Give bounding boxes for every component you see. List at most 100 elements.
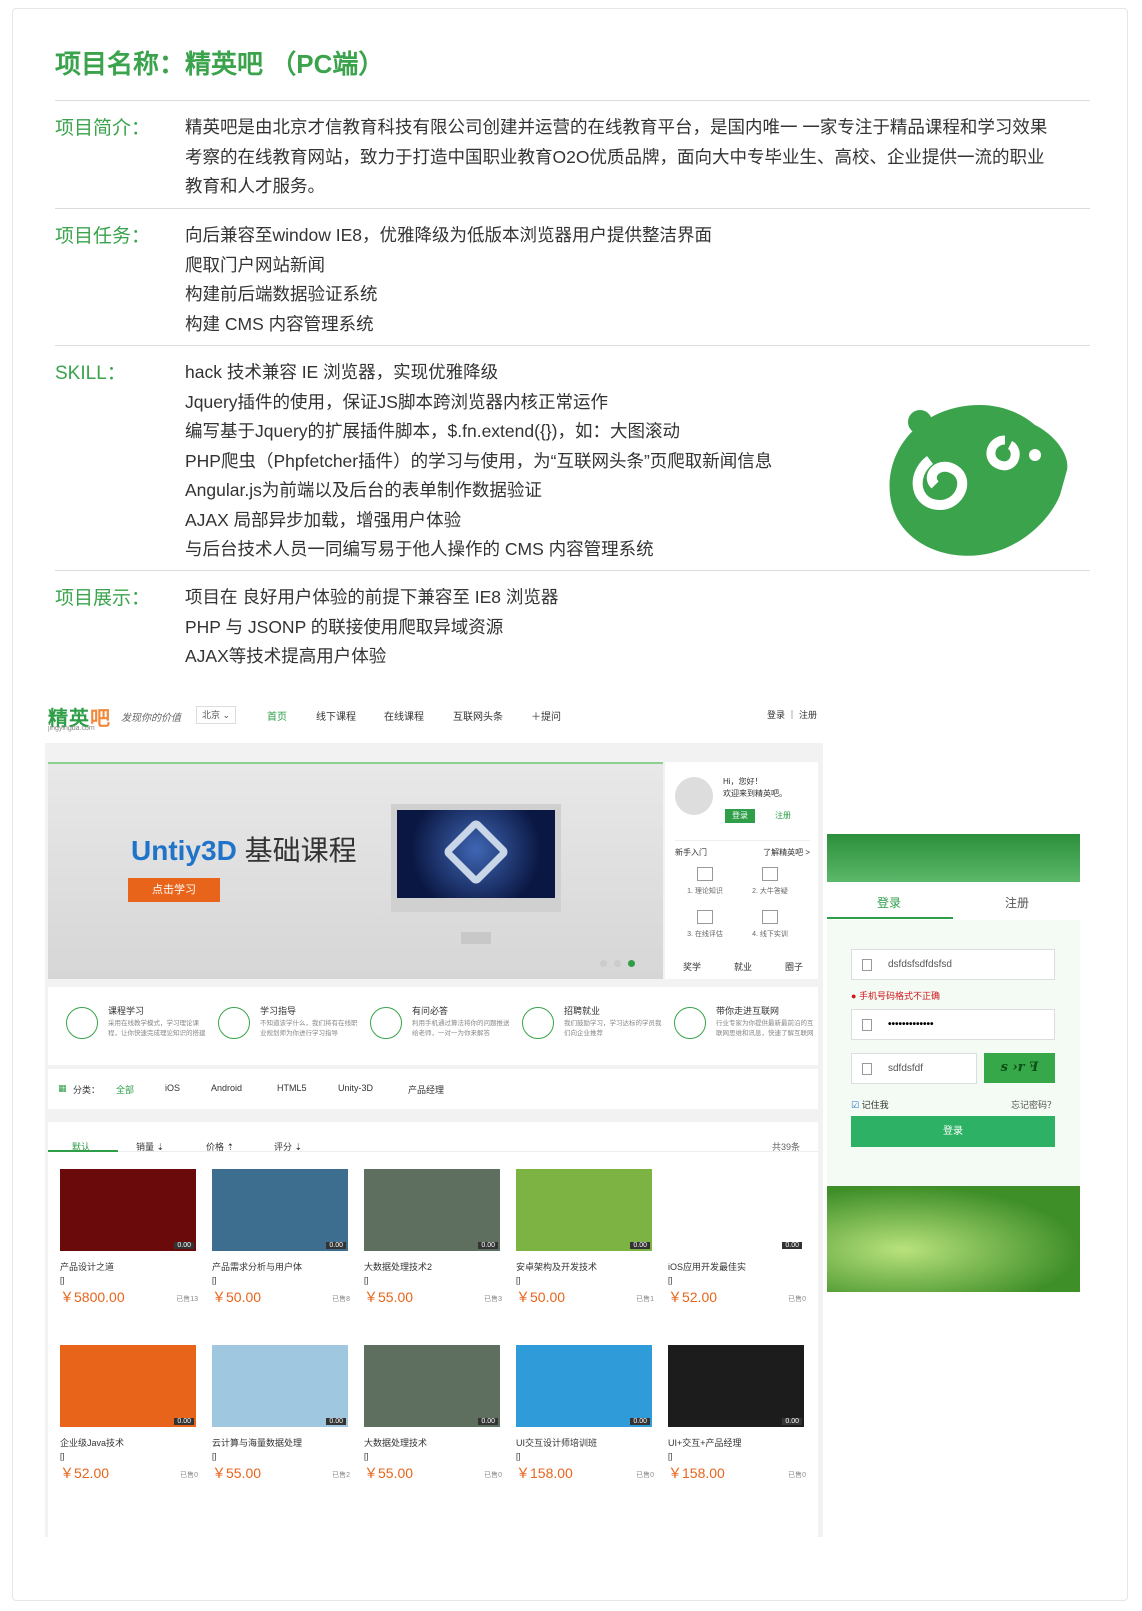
course-thumbnail[interactable]: 0.00: [60, 1345, 196, 1427]
nav-home[interactable]: 首页: [267, 708, 287, 723]
sidebar-login-button[interactable]: 登录: [725, 809, 755, 823]
course-card[interactable]: 0.00 iOS应用开发最佳实 [] ￥52.00 已售0: [668, 1169, 806, 1307]
login-submit-button[interactable]: 登录: [851, 1116, 1055, 1147]
course-card[interactable]: 0.00 云计算与海量数据处理 [] ￥55.00 已售2: [212, 1345, 350, 1483]
course-thumbnail[interactable]: 0.00: [212, 1345, 348, 1427]
sidebar-links: 奖学 就业 圈子: [683, 960, 803, 973]
feature-title: 有问必答: [412, 1006, 449, 1016]
total-count: 共39条: [772, 1142, 801, 1152]
course-name[interactable]: UI交互设计师培训班: [516, 1436, 654, 1449]
course-price: ￥55.00: [364, 1465, 414, 1481]
chameleon-logo: [889, 405, 1068, 556]
course-tags: []: [212, 1452, 217, 1461]
course-name[interactable]: 云计算与海量数据处理: [212, 1436, 350, 1449]
course-tags: []: [668, 1276, 673, 1285]
section-line: AJAX 局部异步加载，增强用户体验: [185, 509, 462, 530]
section-line: 与后台技术人员一同编写易于他人操作的 CMS 内容管理系统: [185, 539, 654, 559]
feature-icon: [370, 1007, 402, 1039]
feature-title: 招聘就业: [564, 1006, 601, 1016]
course-tags: []: [60, 1452, 65, 1461]
category-ios[interactable]: iOS: [165, 1083, 180, 1093]
grid-icon: ▦: [58, 1083, 67, 1093]
feature-icon: [66, 1007, 98, 1039]
nav-offline-courses[interactable]: 线下课程: [316, 708, 356, 723]
section-line: 教育和人才服务。: [185, 176, 325, 196]
category-product-manager[interactable]: 产品经理: [408, 1083, 444, 1096]
category-unity3d[interactable]: Unity-3D: [338, 1083, 373, 1093]
feature-title: 学习指导: [260, 1006, 297, 1016]
course-card[interactable]: 0.00 UI交互设计师培训班 [] ￥158.00 已售0: [516, 1345, 654, 1483]
password-field[interactable]: •••••••••••••: [851, 1009, 1055, 1040]
section-body: 精英吧是由北京才信教育科技有限公司创建并运营的在线教育平台，是国内唯一 一家专注…: [185, 113, 1047, 202]
step-theory[interactable]: 1. 理论知识: [680, 867, 730, 896]
category-html5[interactable]: HTML5: [277, 1083, 307, 1093]
course-card[interactable]: 0.00 产品需求分析与用户体 [] ￥50.00 已售8: [212, 1169, 350, 1307]
employment-link[interactable]: 就业: [734, 960, 752, 973]
sort-price[interactable]: 价格 ⇡: [206, 1140, 234, 1153]
grass-background: [827, 1186, 1080, 1292]
header-login-register[interactable]: 登录 ｜ 注册: [767, 708, 817, 721]
category-all[interactable]: 全部: [116, 1083, 134, 1096]
course-card[interactable]: 0.00 产品设计之道[] ￥5800.00 已售13: [60, 1169, 198, 1307]
course-name[interactable]: 企业级Java技术: [60, 1436, 198, 1449]
course-card[interactable]: 0.00 UI+交互+产品经理 [] ￥158.00 已售0: [668, 1345, 806, 1483]
course-name[interactable]: iOS应用开发最佳实: [668, 1260, 806, 1273]
banner-learn-button[interactable]: 点击学习: [128, 878, 220, 902]
category-android[interactable]: Android: [211, 1083, 242, 1093]
nav-online-courses[interactable]: 在线课程: [384, 708, 424, 723]
feature-title: 课程学习: [108, 1006, 145, 1016]
course-card[interactable]: 0.00 安卓架构及开发技术 [] ￥50.00 已售1: [516, 1169, 654, 1307]
section-line: Jquery插件的使用，保证JS脚本跨浏览器内核正常运作: [185, 391, 608, 412]
chart-icon: [697, 910, 713, 924]
remember-checkbox[interactable]: ☑ 记住我: [851, 1098, 889, 1111]
course-name[interactable]: 安卓架构及开发技术: [516, 1260, 654, 1273]
course-name[interactable]: 大数据处理技术: [364, 1436, 502, 1449]
greeting: Hi，您好！ 欢迎来到精英吧。: [723, 777, 787, 798]
phone-field[interactable]: dsfdsfsdfdsfsd: [851, 949, 1055, 980]
step-evaluation[interactable]: 3. 在线评估: [680, 910, 730, 939]
course-tags: []: [668, 1452, 673, 1461]
course-card[interactable]: 0.00 大数据处理技术2 [] ￥55.00 已售3: [364, 1169, 502, 1307]
city-selector[interactable]: 北京 ⌄: [196, 706, 236, 724]
course-name[interactable]: 产品设计之道: [60, 1260, 198, 1273]
hero-banner[interactable]: Untiy3D 基础课程 点击学习: [48, 762, 663, 979]
nav-ask[interactable]: ＋提问: [531, 708, 561, 723]
sidebar-register-link[interactable]: 注册: [775, 810, 791, 821]
section-3: 项目展示： 项目在 良好用户体验的前提下兼容至 IE8 浏览器 PHP 与 JSON…: [55, 570, 1090, 666]
section-line: Angular.js为前端以及后台的表单制作数据验证: [185, 480, 542, 500]
course-name[interactable]: UI+交互+产品经理: [668, 1436, 806, 1449]
course-thumbnail[interactable]: 0.00: [668, 1169, 804, 1251]
course-name[interactable]: 产品需求分析与用户体: [212, 1260, 350, 1273]
login-header-bg: [827, 834, 1080, 882]
sort-rating[interactable]: 评分 ⇣: [274, 1140, 302, 1153]
course-tags: []: [364, 1276, 369, 1285]
course-thumbnail[interactable]: 0.00: [212, 1169, 348, 1251]
tab-login[interactable]: 登录: [877, 894, 901, 911]
course-thumbnail[interactable]: 0.00: [364, 1345, 500, 1427]
category-bar: ▦ 分类： 全部 iOS Android HTML5 Unity-3D 产品经理: [48, 1069, 818, 1109]
step-qa[interactable]: 2. 大牛答疑: [745, 867, 795, 896]
know-more-link[interactable]: 了解精英吧 >: [763, 847, 810, 858]
step-training[interactable]: 4. 线下实训: [745, 910, 795, 939]
course-sold: 已售0: [636, 1472, 654, 1479]
forgot-password-link[interactable]: 忘记密码？: [1011, 1098, 1056, 1111]
nav-internet-headlines[interactable]: 互联网头条: [453, 708, 503, 723]
course-name[interactable]: 大数据处理技术2: [364, 1260, 502, 1273]
circle-link[interactable]: 圈子: [785, 960, 803, 973]
course-thumbnail[interactable]: 0.00: [364, 1169, 500, 1251]
course-price: ￥52.00: [60, 1465, 110, 1481]
scholarship-link[interactable]: 奖学: [683, 960, 701, 973]
course-thumbnail[interactable]: 0.00: [60, 1169, 196, 1251]
carousel-dots[interactable]: [600, 959, 642, 970]
tab-register[interactable]: 注册: [1005, 894, 1029, 911]
newbie-row: 新手入门 了解精英吧 >: [675, 840, 810, 858]
banner-title: Untiy3D 基础课程: [131, 835, 357, 866]
course-card[interactable]: 0.00 大数据处理技术 [] ￥55.00 已售0: [364, 1345, 502, 1483]
course-card[interactable]: 0.00 企业级Java技术 [] ￥52.00 已售0: [60, 1345, 198, 1483]
captcha-field[interactable]: sdfdsfdf: [851, 1053, 977, 1084]
course-thumbnail[interactable]: 0.00: [668, 1345, 804, 1427]
sort-sales[interactable]: 销量 ⇣: [136, 1140, 164, 1153]
course-thumbnail[interactable]: 0.00: [516, 1169, 652, 1251]
course-thumbnail[interactable]: 0.00: [516, 1345, 652, 1427]
captcha-image[interactable]: s ›r ꟻ: [984, 1053, 1055, 1083]
